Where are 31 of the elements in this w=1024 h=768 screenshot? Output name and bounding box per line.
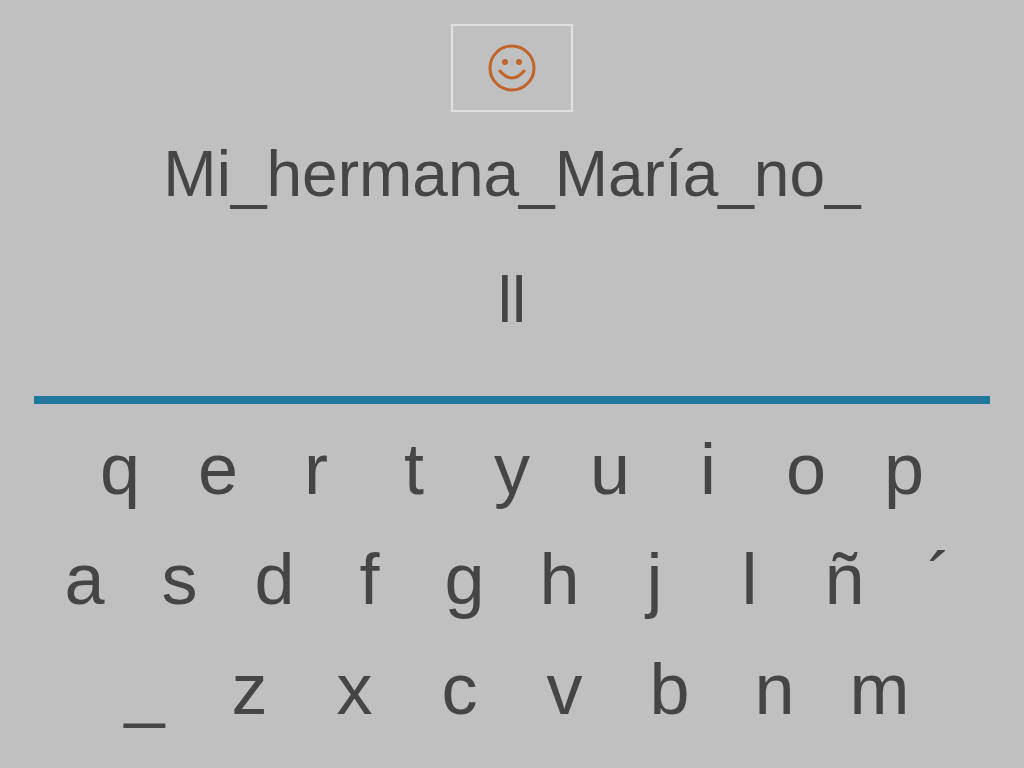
letter-key[interactable]: ´ bbox=[892, 534, 987, 624]
letter-key[interactable]: e bbox=[169, 424, 267, 514]
letter-key[interactable]: x bbox=[302, 644, 407, 734]
letter-key[interactable]: o bbox=[757, 424, 855, 514]
letter-key[interactable]: q bbox=[71, 424, 169, 514]
letter-key[interactable]: b bbox=[617, 644, 722, 734]
answer-text: ll bbox=[497, 263, 527, 338]
letter-key[interactable]: h bbox=[512, 534, 607, 624]
letter-key[interactable]: l bbox=[702, 534, 797, 624]
sentence-text: Mi_hermana_María_no_ bbox=[163, 137, 861, 212]
letter-key[interactable]: f bbox=[322, 534, 417, 624]
letter-key[interactable]: ñ bbox=[797, 534, 892, 624]
letter-key[interactable]: z bbox=[197, 644, 302, 734]
letter-key[interactable]: g bbox=[417, 534, 512, 624]
letter-key[interactable]: d bbox=[227, 534, 322, 624]
letter-key[interactable]: i bbox=[659, 424, 757, 514]
letter-key[interactable]: m bbox=[827, 644, 932, 734]
letter-key[interactable]: y bbox=[463, 424, 561, 514]
letter-key[interactable]: n bbox=[722, 644, 827, 734]
letter-key[interactable]: v bbox=[512, 644, 617, 734]
feedback-button[interactable] bbox=[451, 24, 573, 112]
letter-key[interactable]: p bbox=[855, 424, 953, 514]
smiley-icon bbox=[487, 43, 537, 93]
letter-key[interactable]: j bbox=[607, 534, 702, 624]
letter-key[interactable]: a bbox=[37, 534, 132, 624]
letter-key[interactable]: r bbox=[267, 424, 365, 514]
letter-key[interactable]: t bbox=[365, 424, 463, 514]
letter-key[interactable]: c bbox=[407, 644, 512, 734]
letter-key[interactable]: u bbox=[561, 424, 659, 514]
letter-key[interactable]: s bbox=[132, 534, 227, 624]
letter-key[interactable]: _ bbox=[92, 644, 197, 734]
